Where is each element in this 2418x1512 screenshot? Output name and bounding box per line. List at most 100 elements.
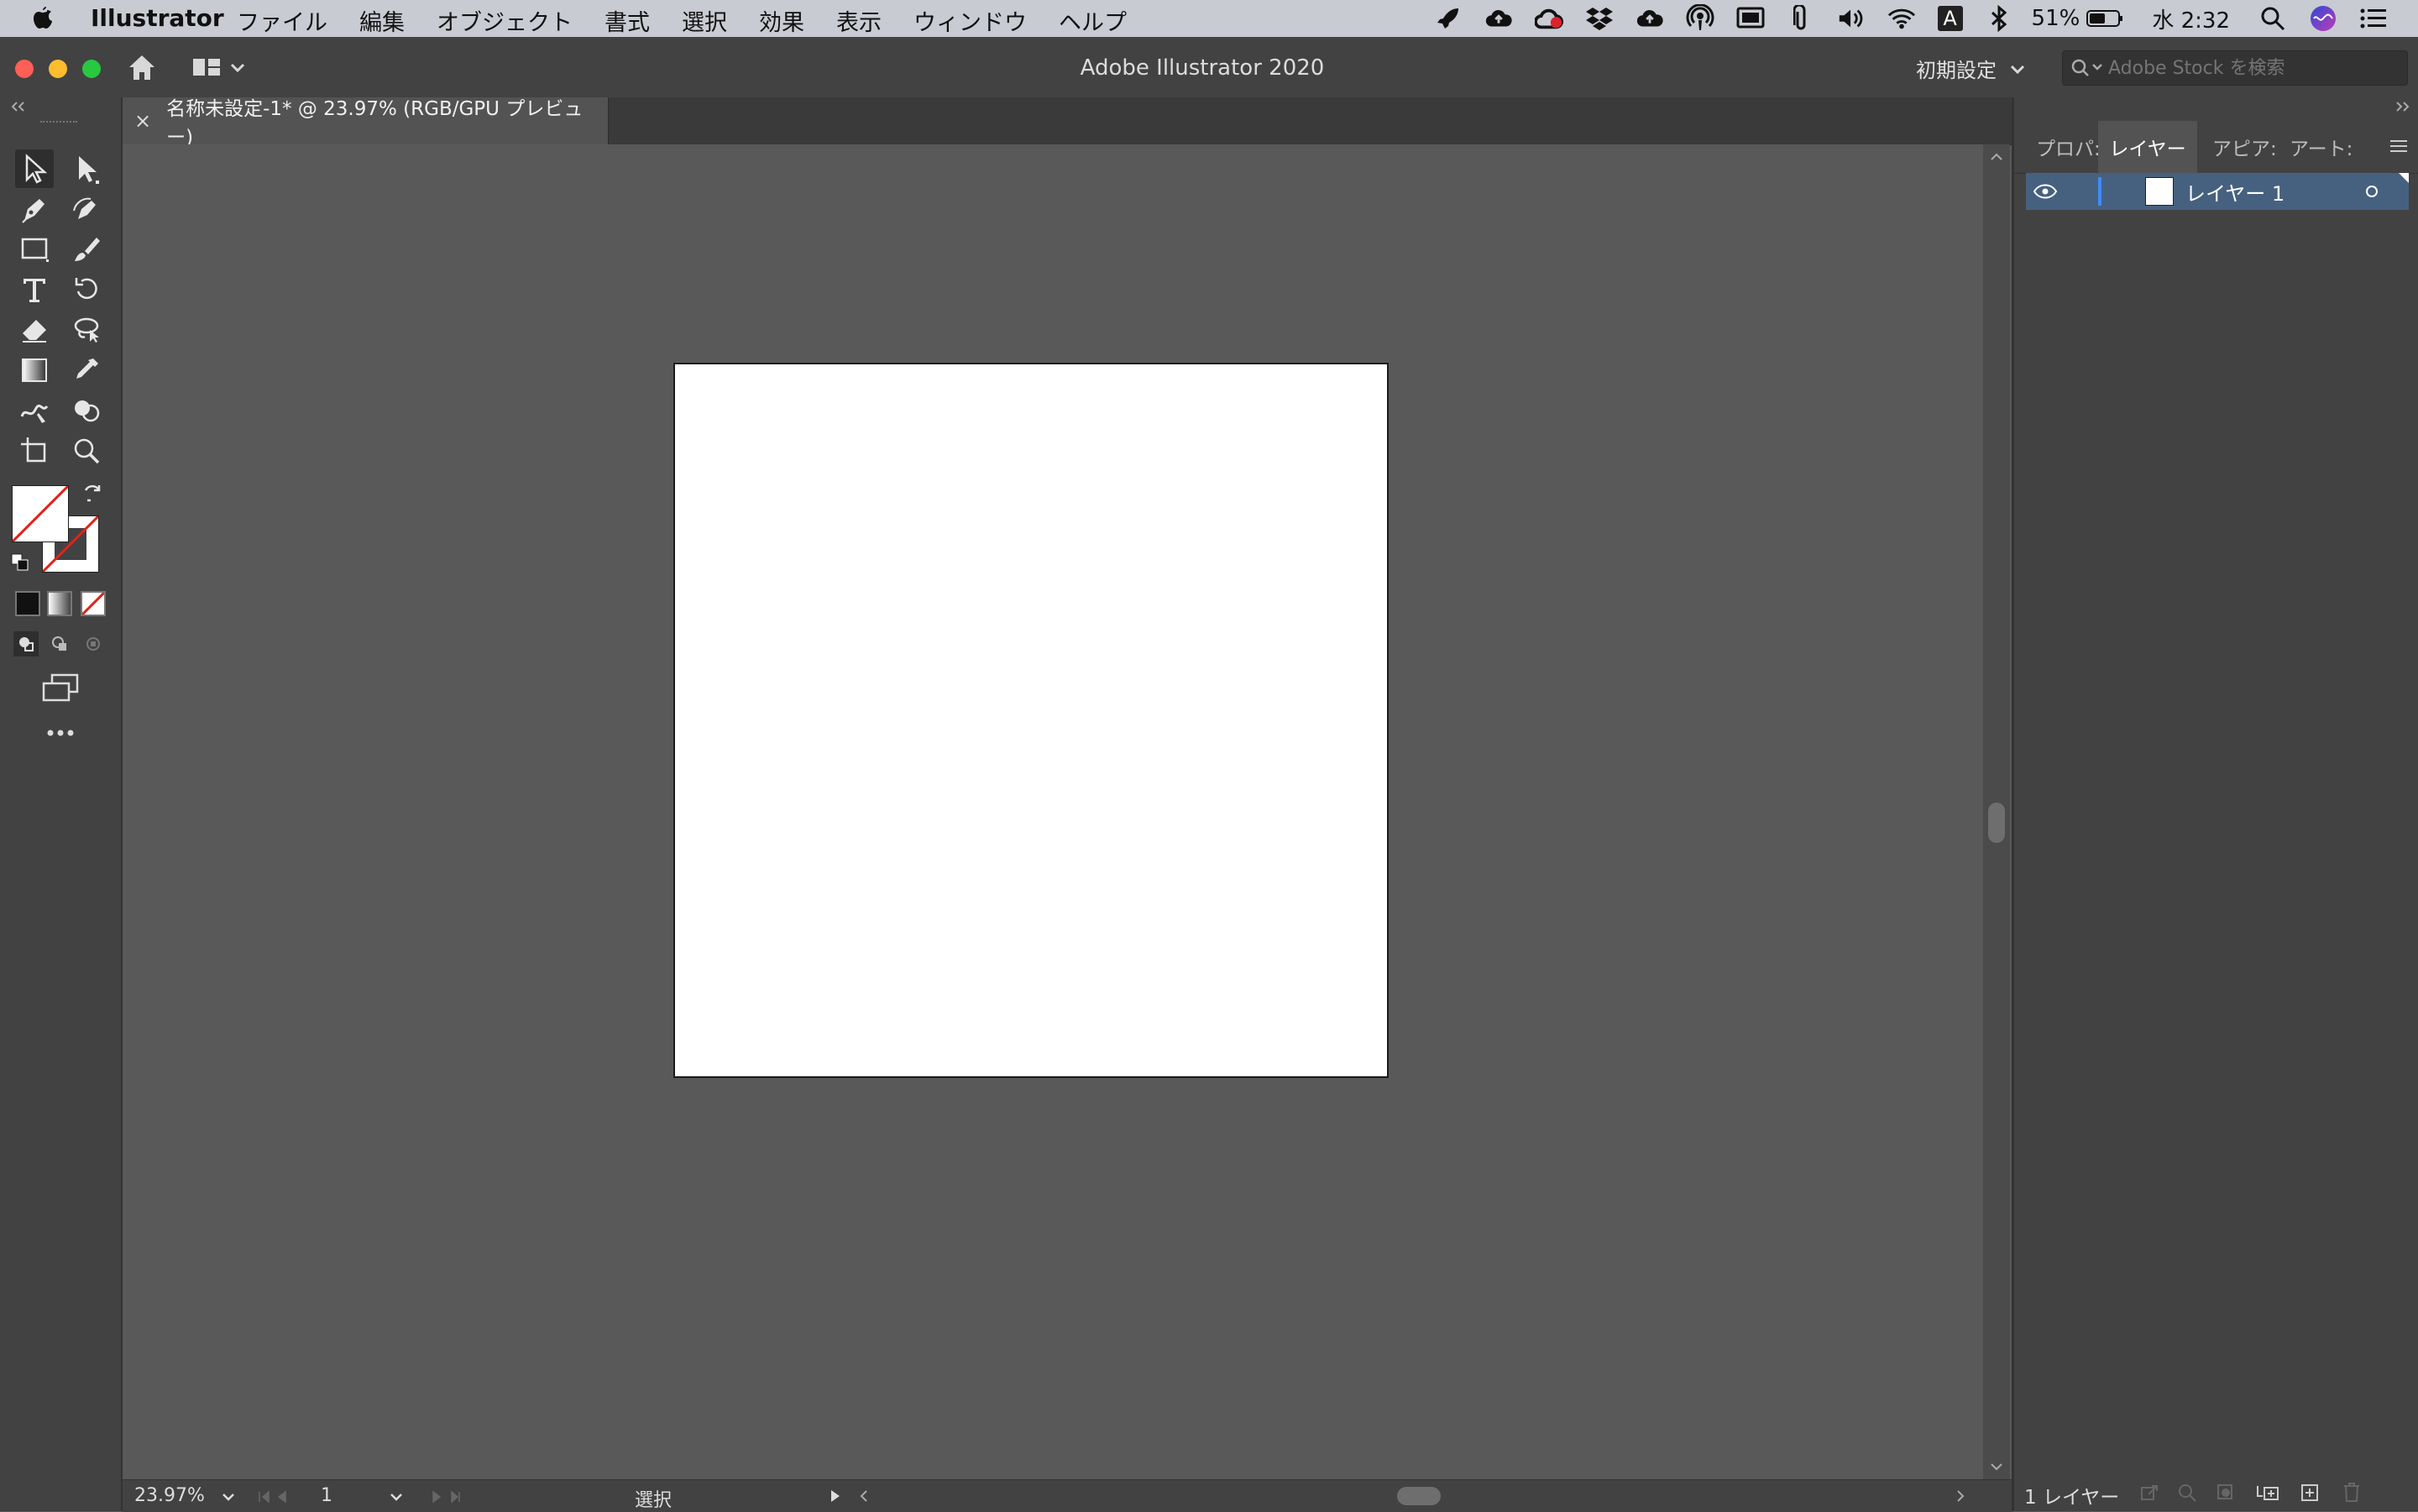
default-fill-stroke-icon[interactable] [10,552,30,573]
dropbox-icon[interactable] [1585,4,1614,33]
app-menu-illustrator[interactable]: Illustrator [91,4,224,32]
color-mode-icon[interactable] [15,591,40,616]
new-sublayer-icon[interactable] [2256,1483,2281,1503]
draw-normal-icon[interactable] [13,631,39,657]
menu-effect[interactable]: 効果 [759,4,804,37]
tab-layers[interactable]: レイヤー [2098,121,2197,173]
direct-selection-tool-icon[interactable] [67,149,106,188]
scroll-left-icon[interactable] [858,1488,870,1504]
artboard-number-field[interactable]: 1 [321,1485,332,1506]
warp-tool-icon[interactable] [15,391,54,430]
vertical-scrollbar[interactable] [1983,144,2010,1479]
artboard[interactable] [673,363,1389,1078]
shape-builder-tool-icon[interactable] [67,391,106,430]
menu-view[interactable]: 表示 [836,4,882,37]
none-mode-icon[interactable] [81,591,106,616]
rectangle-tool-icon[interactable] [15,230,54,269]
new-layer-icon[interactable] [2300,1483,2320,1503]
layer-name[interactable]: レイヤー 1 [2185,177,2363,207]
wifi-icon[interactable] [1887,4,1916,33]
layer-target-icon[interactable] [2363,183,2380,200]
toolbar-grip[interactable] [40,121,77,126]
tab-appearance[interactable]: アピア: [2207,121,2285,173]
zoom-tool-icon[interactable] [67,432,106,470]
input-source-icon[interactable]: A [1937,6,1963,31]
pen-tool-icon[interactable] [15,190,54,228]
trash-icon[interactable] [2342,1481,2362,1503]
lock-toggle-area[interactable] [2066,173,2098,210]
zoom-level-field[interactable]: 23.97% [134,1485,205,1506]
rocket-icon[interactable] [1434,4,1463,33]
eyedropper-tool-icon[interactable] [67,351,106,390]
creative-cloud-icon[interactable] [1534,4,1563,33]
expand-panel-icon[interactable] [2392,101,2412,112]
curvature-tool-icon[interactable] [67,190,106,228]
menu-select[interactable]: 選択 [682,4,727,37]
collect-export-icon[interactable] [2140,1483,2160,1503]
canvas-area[interactable] [123,144,1983,1479]
paperclip-icon[interactable] [1787,4,1815,33]
tab-properties[interactable]: プロパ: [2026,121,2108,173]
tab-artboards[interactable]: アート: [2285,121,2363,173]
eye-visibility-icon[interactable] [2033,184,2058,199]
type-tool-icon[interactable] [15,270,54,309]
menu-window[interactable]: ウィンドウ [913,4,1027,37]
creative-cloud-upload-icon[interactable] [1484,4,1513,33]
gradient-tool-icon[interactable] [15,351,54,390]
vertical-scroll-thumb[interactable] [1988,803,2005,843]
lasso-tool-icon[interactable] [67,311,106,349]
horizontal-scroll-thumb[interactable] [1397,1487,1441,1505]
workspace-switcher[interactable]: 初期設定 [1916,54,2027,83]
draw-behind-icon[interactable] [47,631,72,657]
menu-help[interactable]: ヘルプ [1059,4,1127,37]
next-last-artboard-icon[interactable] [421,1490,462,1504]
draw-inside-icon[interactable] [81,631,106,657]
menubar-clock[interactable]: 水 2:32 [2152,3,2230,34]
scroll-right-icon[interactable] [1955,1488,1966,1504]
podcast-broadcast-icon[interactable] [1686,4,1714,33]
gradient-mode-icon[interactable] [47,591,72,616]
expand-layer-area[interactable] [2101,173,2145,210]
siri-icon[interactable] [2309,4,2337,33]
selection-tool-icon[interactable] [15,149,54,188]
close-tab-button[interactable]: × [134,109,151,133]
apple-icon[interactable] [32,5,54,30]
scroll-up-icon[interactable] [1988,151,2005,163]
eraser-tool-icon[interactable] [15,311,54,349]
paintbrush-tool-icon[interactable] [67,230,106,269]
bluetooth-icon[interactable] [1985,4,2013,33]
menu-file[interactable]: ファイル [237,4,327,37]
stock-search-input[interactable] [2107,56,2395,80]
selection-indicator-icon [2399,173,2409,183]
menu-type[interactable]: 書式 [604,4,650,37]
artboard-dropdown-chevron-icon[interactable] [388,1491,405,1503]
rotate-tool-icon[interactable] [67,270,106,309]
notification-center-icon[interactable] [2359,4,2388,33]
scroll-down-icon[interactable] [1988,1461,2005,1473]
cloud-upload-icon[interactable] [1636,4,1664,33]
panel-menu-icon[interactable] [2389,138,2409,154]
swap-fill-stroke-icon[interactable] [82,482,104,504]
locate-object-icon[interactable] [2177,1483,2197,1503]
edit-toolbar-more-icon[interactable] [44,727,77,739]
document-tab-label: 名称未設定-1* @ 23.97% (RGB/GPU プレビュー) [166,98,584,149]
zoom-dropdown-chevron-icon[interactable] [220,1491,237,1503]
clipping-mask-icon[interactable] [2216,1483,2236,1503]
fill-swatch[interactable] [12,485,69,542]
spotlight-search-icon[interactable] [2258,4,2287,33]
collapse-panel-icon[interactable] [8,101,29,112]
menu-object[interactable]: オブジェクト [437,4,573,37]
screen-mode-icon[interactable] [40,673,81,702]
battery-icon[interactable] [2085,4,2125,33]
menu-edit[interactable]: 編集 [359,4,405,37]
display-icon[interactable] [1736,4,1765,33]
document-tab[interactable]: × 名称未設定-1* @ 23.97% (RGB/GPU プレビュー) [123,97,609,149]
first-prev-artboard-icon[interactable] [257,1490,297,1504]
adobe-stock-search[interactable] [2062,50,2408,86]
status-menu-arrow-icon[interactable] [830,1488,841,1504]
volume-icon[interactable] [1837,4,1866,33]
layer-count: 1 レイヤー [2024,1487,2120,1509]
layer-row[interactable]: レイヤー 1 [2026,173,2409,210]
search-icon [2071,59,2102,76]
artboard-tool-icon[interactable] [15,432,54,470]
